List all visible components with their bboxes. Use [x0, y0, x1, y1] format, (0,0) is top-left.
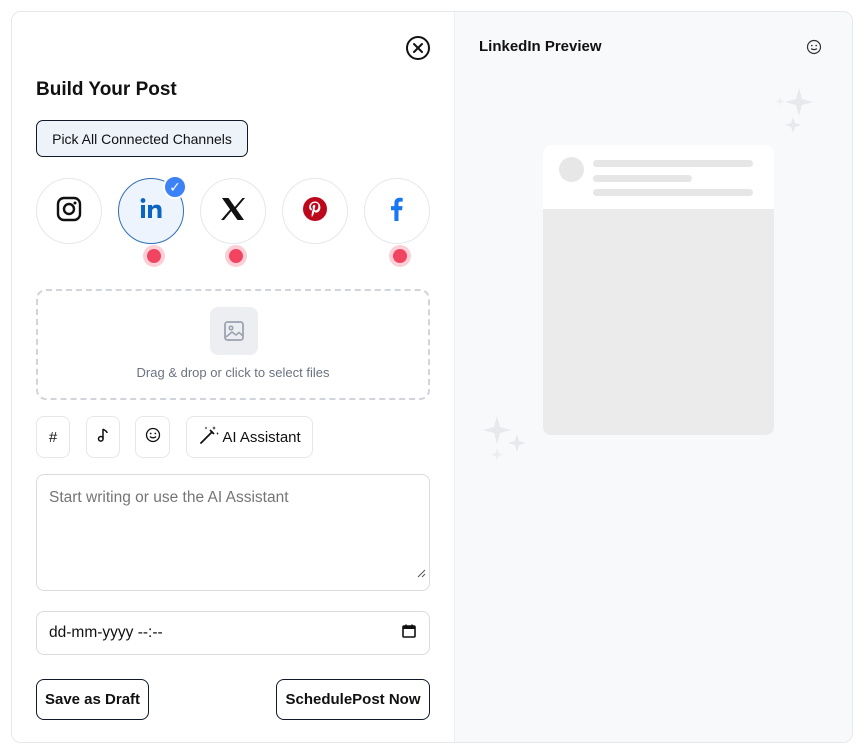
preview-card-header	[543, 145, 774, 209]
pinterest-icon	[302, 196, 328, 227]
sparkle-icon	[775, 88, 813, 133]
preview-panel: LinkedIn Preview	[454, 12, 852, 742]
page-title: Build Your Post	[36, 79, 177, 100]
ai-assistant-label: AI Assistant	[222, 428, 301, 446]
save-draft-button[interactable]: Save as Draft	[36, 679, 149, 720]
close-icon[interactable]	[406, 36, 430, 60]
skeleton-line	[593, 160, 753, 167]
smiley-icon[interactable]	[806, 39, 822, 55]
selected-check-icon: ✓	[163, 175, 187, 199]
x-alert-dot	[225, 245, 247, 267]
composer-panel: Build Your Post Pick All Connected Chann…	[12, 12, 454, 742]
x-icon	[220, 196, 246, 227]
channel-facebook[interactable]	[364, 178, 430, 244]
skeleton-line	[593, 175, 692, 182]
sparkle-icon	[483, 416, 526, 461]
facebook-icon	[384, 196, 410, 227]
image-icon	[210, 307, 258, 355]
datetime-value: dd-mm-yyyy --:--	[49, 624, 163, 641]
channel-linkedin[interactable]: ✓	[118, 175, 187, 244]
calendar-icon[interactable]	[401, 623, 417, 644]
music-note-icon	[96, 427, 110, 447]
pick-all-channels-button[interactable]: Pick All Connected Channels	[36, 120, 248, 157]
schedule-post-button[interactable]: SchedulePost Now	[276, 679, 430, 720]
skeleton-line	[593, 189, 753, 196]
facebook-alert-dot	[389, 245, 411, 267]
post-text-input[interactable]	[36, 474, 430, 591]
hashtag-icon: #	[48, 428, 58, 446]
music-button[interactable]	[86, 416, 120, 458]
channel-x[interactable]	[200, 178, 266, 244]
ai-assistant-button[interactable]: AI Assistant	[186, 416, 313, 458]
preview-card-skeleton	[543, 145, 774, 435]
post-composer-modal: Build Your Post Pick All Connected Chann…	[11, 11, 853, 743]
instagram-icon	[56, 196, 82, 227]
media-dropzone[interactable]: Drag & drop or click to select files	[36, 289, 430, 400]
hashtag-button[interactable]: #	[36, 416, 70, 458]
channel-instagram[interactable]	[36, 178, 102, 244]
magic-wand-icon	[198, 424, 220, 450]
avatar	[559, 157, 584, 182]
resize-grip-icon[interactable]	[416, 568, 426, 578]
linkedin-alert-dot	[143, 245, 165, 267]
emoji-button[interactable]	[135, 416, 170, 458]
schedule-datetime-input[interactable]: dd-mm-yyyy --:--	[36, 611, 430, 655]
channel-pinterest[interactable]	[282, 178, 348, 244]
smiley-icon	[145, 427, 161, 447]
linkedin-icon	[138, 196, 164, 227]
preview-title: LinkedIn Preview	[479, 38, 602, 55]
dropzone-text: Drag & drop or click to select files	[136, 365, 330, 380]
